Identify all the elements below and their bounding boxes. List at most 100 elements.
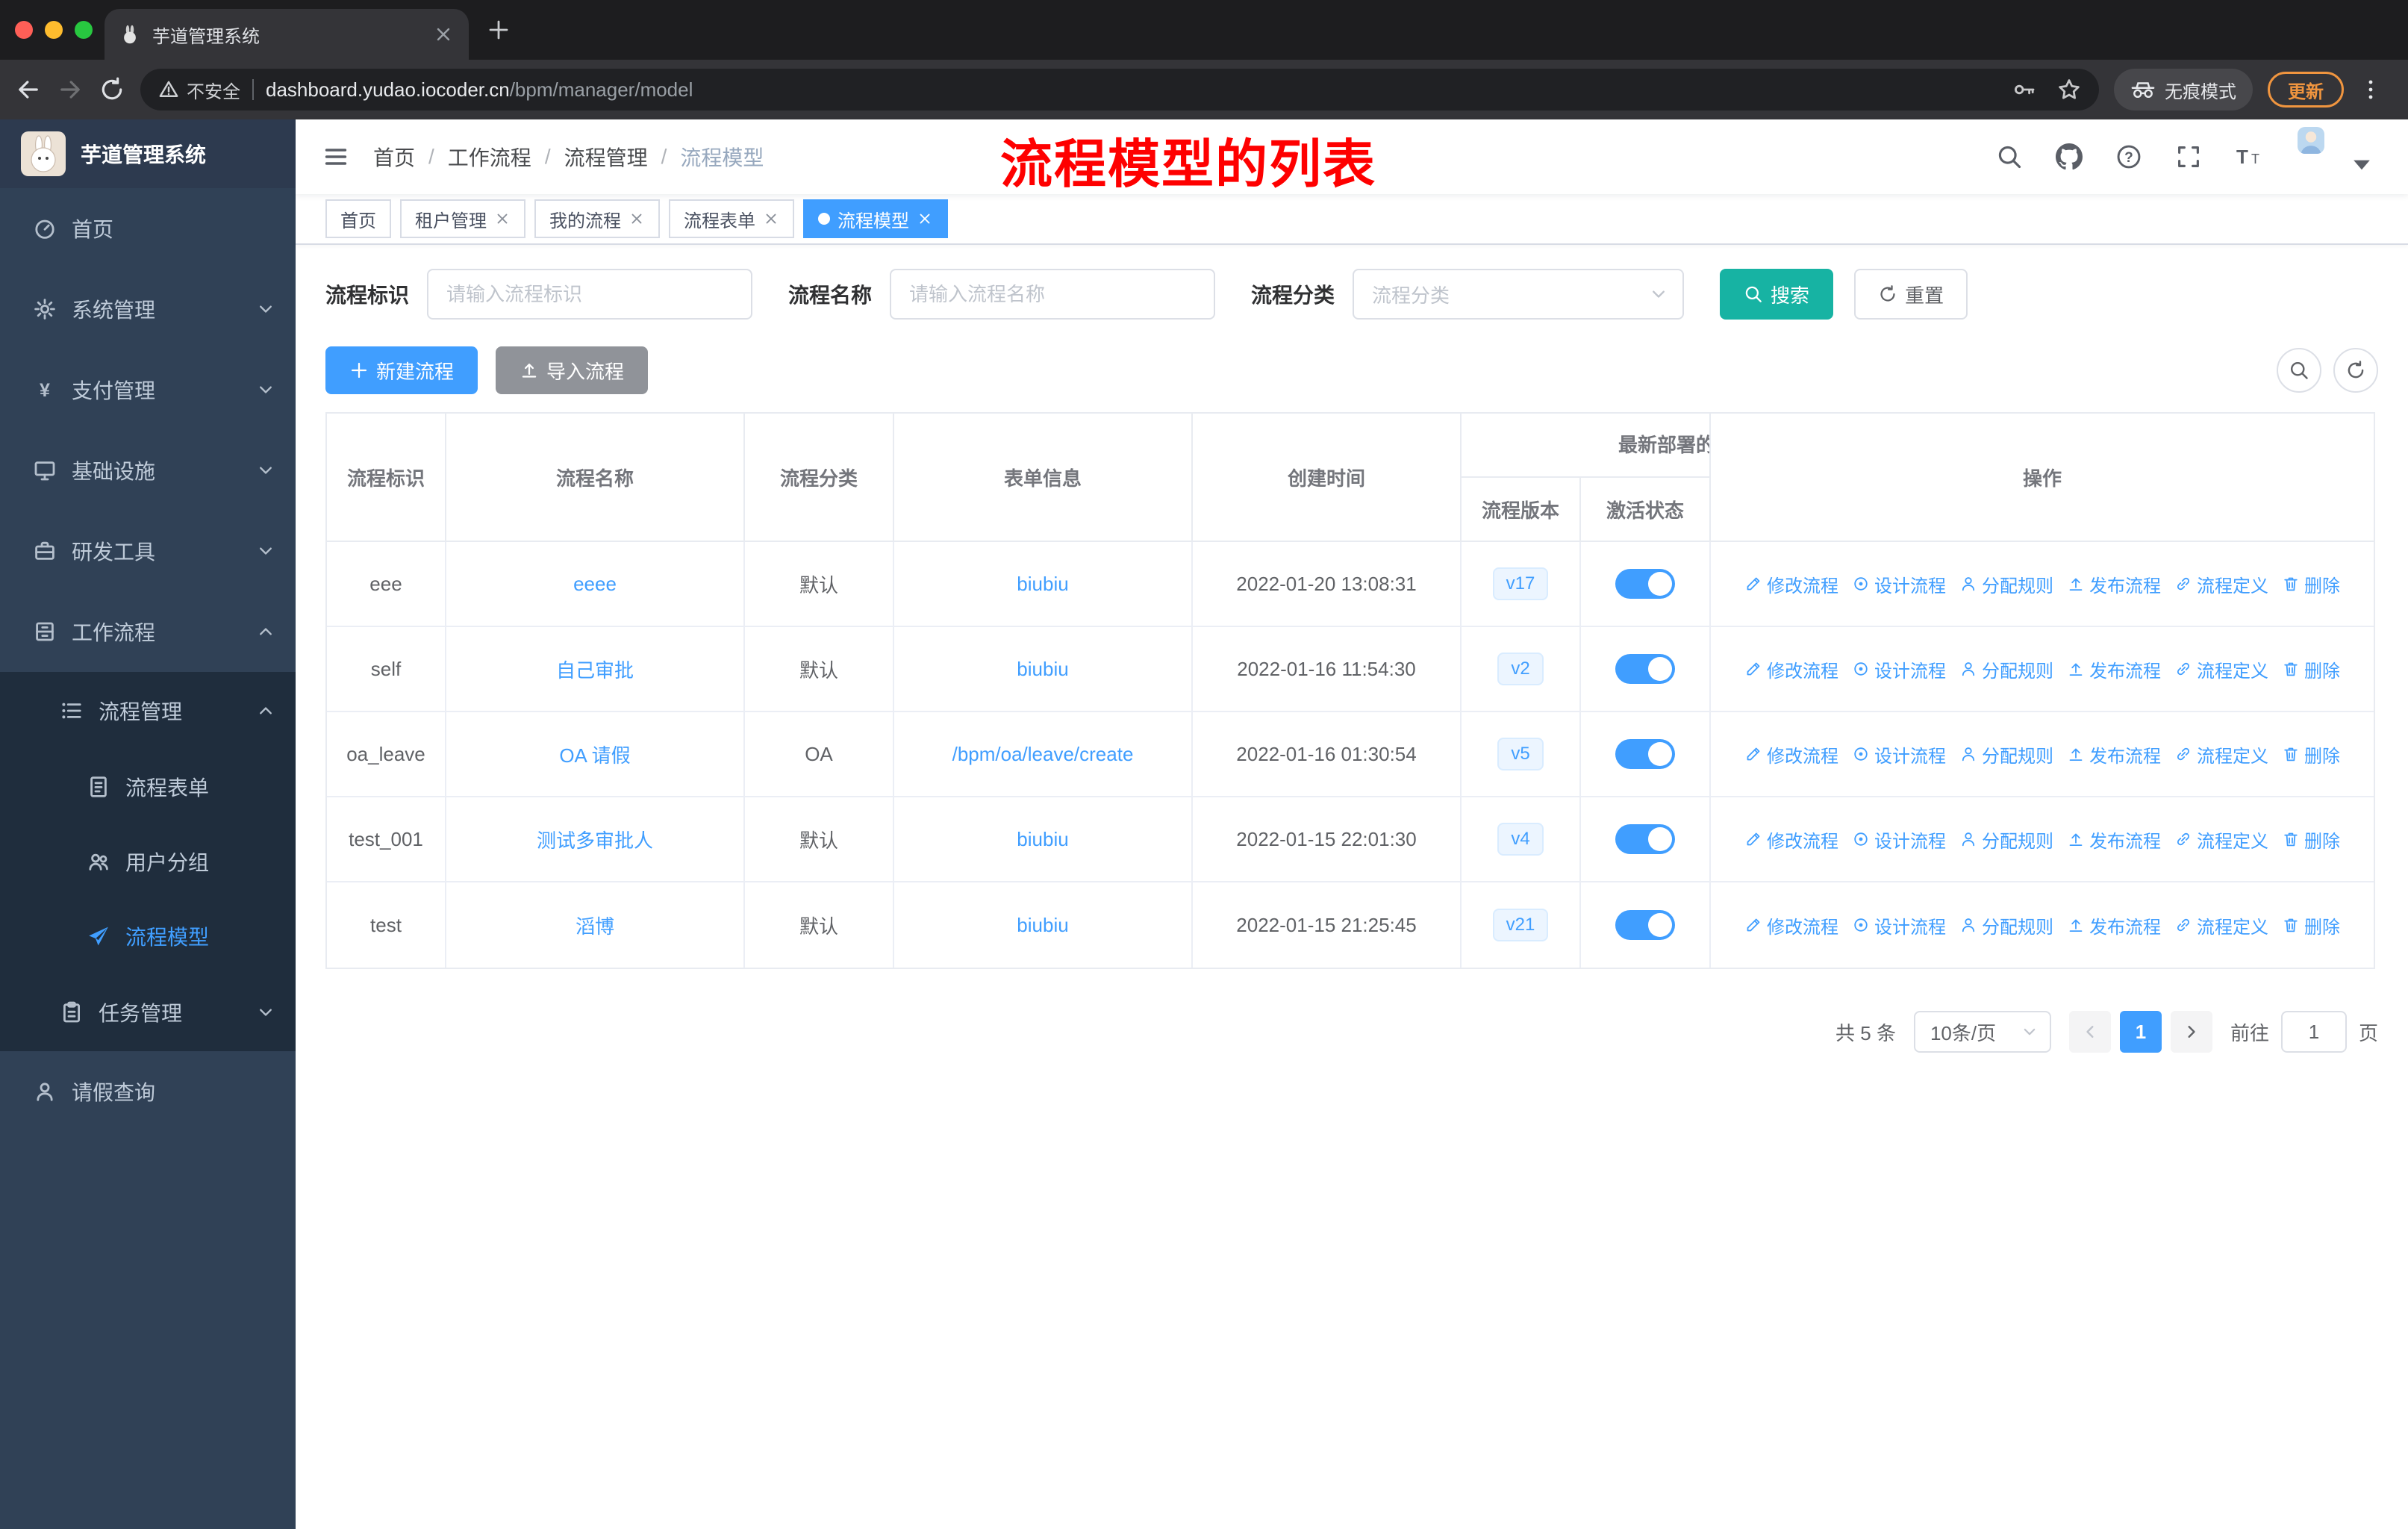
password-key-icon[interactable]	[2012, 78, 2036, 102]
delete-action-link[interactable]: 删除	[2282, 826, 2340, 853]
tab-close-icon[interactable]	[433, 24, 454, 45]
publish-action-link[interactable]: 发布流程	[2067, 741, 2161, 767]
publish-action-link[interactable]: 发布流程	[2067, 912, 2161, 938]
publish-action-link[interactable]: 发布流程	[2067, 826, 2161, 853]
import-process-button[interactable]: 导入流程	[496, 346, 649, 394]
reload-icon[interactable]	[99, 76, 125, 103]
back-icon[interactable]	[15, 76, 42, 103]
sidebar-item[interactable]: 首页	[0, 188, 296, 269]
tag-item[interactable]: 我的流程	[534, 199, 660, 238]
tag-item[interactable]: 租户管理	[400, 199, 525, 238]
publish-action-link[interactable]: 发布流程	[2067, 571, 2161, 597]
form-link[interactable]: biubiu	[1017, 573, 1068, 596]
sidebar-item[interactable]: 流程表单	[0, 750, 296, 824]
design-action-link[interactable]: 设计流程	[1852, 656, 1946, 682]
publish-action-link[interactable]: 发布流程	[2067, 656, 2161, 682]
sidebar-item[interactable]: 请假查询	[0, 1051, 296, 1132]
process-name-link[interactable]: 测试多审批人	[537, 826, 653, 853]
status-toggle[interactable]	[1615, 654, 1675, 684]
form-link[interactable]: biubiu	[1017, 828, 1068, 851]
sidebar-item[interactable]: 研发工具	[0, 511, 296, 591]
edit-action-link[interactable]: 修改流程	[1744, 826, 1838, 853]
refresh-table-button[interactable]	[2333, 348, 2378, 393]
app-logo[interactable]: 芋道管理系统	[0, 119, 296, 188]
github-icon[interactable]	[2056, 143, 2083, 170]
search-button[interactable]: 搜索	[1720, 269, 1834, 320]
process-name-link[interactable]: 滔博	[576, 912, 614, 939]
assign-action-link[interactable]: 分配规则	[1959, 571, 2053, 597]
forward-icon[interactable]	[57, 76, 84, 103]
sidebar-collapse-icon[interactable]	[322, 143, 349, 170]
assign-action-link[interactable]: 分配规则	[1959, 826, 2053, 853]
update-button[interactable]: 更新	[2268, 72, 2344, 108]
prev-page-button[interactable]	[2068, 1011, 2111, 1053]
tag-active[interactable]: 流程模型	[803, 199, 948, 238]
new-tab-button[interactable]	[487, 18, 511, 42]
font-size-icon[interactable]: TT	[2235, 143, 2265, 170]
delete-action-link[interactable]: 删除	[2282, 656, 2340, 682]
status-toggle[interactable]	[1615, 739, 1675, 769]
status-toggle[interactable]	[1615, 910, 1675, 940]
definition-action-link[interactable]: 流程定义	[2174, 571, 2268, 597]
status-toggle[interactable]	[1615, 824, 1675, 854]
status-toggle[interactable]	[1615, 569, 1675, 599]
sidebar-item[interactable]: 流程管理	[0, 672, 296, 750]
minimize-window-button[interactable]	[45, 21, 63, 39]
edit-action-link[interactable]: 修改流程	[1744, 656, 1838, 682]
definition-action-link[interactable]: 流程定义	[2174, 912, 2268, 938]
sidebar-item[interactable]: 任务管理	[0, 974, 296, 1051]
browser-tab[interactable]: 芋道管理系统	[105, 9, 469, 60]
breadcrumb-item[interactable]: 流程管理	[564, 142, 648, 172]
delete-action-link[interactable]: 删除	[2282, 912, 2340, 938]
help-icon[interactable]: ?	[2115, 143, 2142, 170]
breadcrumb-item[interactable]: 工作流程	[448, 142, 531, 172]
next-page-button[interactable]	[2170, 1011, 2212, 1053]
edit-action-link[interactable]: 修改流程	[1744, 912, 1838, 938]
definition-action-link[interactable]: 流程定义	[2174, 826, 2268, 853]
sidebar-item[interactable]: ¥ 支付管理	[0, 349, 296, 430]
breadcrumb-item[interactable]: 首页	[373, 142, 415, 172]
zoom-window-button[interactable]	[75, 21, 93, 39]
form-link[interactable]: biubiu	[1017, 914, 1068, 937]
assign-action-link[interactable]: 分配规则	[1959, 741, 2053, 767]
tag-item[interactable]: 首页	[325, 199, 391, 238]
design-action-link[interactable]: 设计流程	[1852, 741, 1946, 767]
tag-item[interactable]: 流程表单	[669, 199, 794, 238]
bookmark-star-icon[interactable]	[2057, 78, 2081, 102]
category-select[interactable]: 流程分类	[1353, 269, 1685, 320]
sidebar-item[interactable]: 工作流程	[0, 591, 296, 672]
address-bar[interactable]: 不安全 dashboard.yudao.iocoder.cn/bpm/manag…	[140, 69, 2099, 110]
design-action-link[interactable]: 设计流程	[1852, 912, 1946, 938]
design-action-link[interactable]: 设计流程	[1852, 571, 1946, 597]
definition-action-link[interactable]: 流程定义	[2174, 656, 2268, 682]
edit-action-link[interactable]: 修改流程	[1744, 571, 1838, 597]
sidebar-item[interactable]: 系统管理	[0, 269, 296, 349]
page-size-select[interactable]: 10条/页	[1913, 1011, 2051, 1053]
form-link[interactable]: biubiu	[1017, 658, 1068, 681]
show-search-button[interactable]	[2277, 348, 2321, 393]
design-action-link[interactable]: 设计流程	[1852, 826, 1946, 853]
form-link[interactable]: /bpm/oa/leave/create	[952, 743, 1134, 766]
goto-page-input[interactable]	[2280, 1011, 2347, 1053]
user-avatar[interactable]	[2298, 127, 2370, 187]
assign-action-link[interactable]: 分配规则	[1959, 656, 2053, 682]
process-id-input[interactable]	[427, 269, 753, 320]
delete-action-link[interactable]: 删除	[2282, 571, 2340, 597]
reset-button[interactable]: 重置	[1854, 269, 1968, 320]
browser-menu-icon[interactable]	[2359, 78, 2383, 102]
create-process-button[interactable]: 新建流程	[325, 346, 478, 394]
process-name-input[interactable]	[890, 269, 1216, 320]
delete-action-link[interactable]: 删除	[2282, 741, 2340, 767]
search-icon[interactable]	[1996, 143, 2023, 170]
sidebar-item[interactable]: 基础设施	[0, 430, 296, 511]
process-name-link[interactable]: 自己审批	[556, 655, 634, 683]
security-chip[interactable]: 不安全	[158, 77, 240, 103]
process-name-link[interactable]: OA 请假	[559, 741, 630, 768]
sidebar-item[interactable]: 用户分组	[0, 824, 296, 899]
definition-action-link[interactable]: 流程定义	[2174, 741, 2268, 767]
current-page-button[interactable]: 1	[2119, 1011, 2162, 1053]
fullscreen-icon[interactable]	[2175, 143, 2202, 170]
edit-action-link[interactable]: 修改流程	[1744, 741, 1838, 767]
sidebar-item[interactable]: 流程模型	[0, 899, 296, 974]
close-window-button[interactable]	[15, 21, 33, 39]
